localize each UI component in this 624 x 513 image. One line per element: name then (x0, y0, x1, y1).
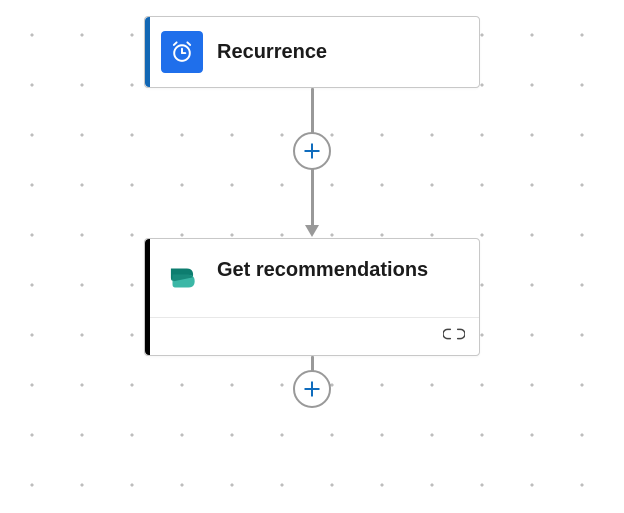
connector-arrowhead (305, 225, 319, 237)
node-accent (145, 239, 150, 355)
add-step-button[interactable] (293, 132, 331, 170)
node-header: Recurrence (145, 17, 479, 87)
connector-trigger-to-action (305, 88, 319, 238)
flow-canvas[interactable]: Recurrence Get recommendations (0, 0, 624, 416)
link-icon[interactable] (443, 326, 465, 347)
add-step-button[interactable] (293, 370, 331, 408)
power-platform-icon (161, 257, 203, 299)
node-get-recommendations[interactable]: Get recommendations (144, 238, 480, 356)
node-title: Get recommendations (217, 257, 428, 283)
node-title: Recurrence (217, 39, 327, 65)
connector-tail (311, 356, 314, 416)
node-accent (145, 17, 150, 87)
node-header: Get recommendations (145, 239, 479, 317)
clock-alarm-icon (161, 31, 203, 73)
node-footer (145, 317, 479, 355)
node-recurrence[interactable]: Recurrence (144, 16, 480, 88)
